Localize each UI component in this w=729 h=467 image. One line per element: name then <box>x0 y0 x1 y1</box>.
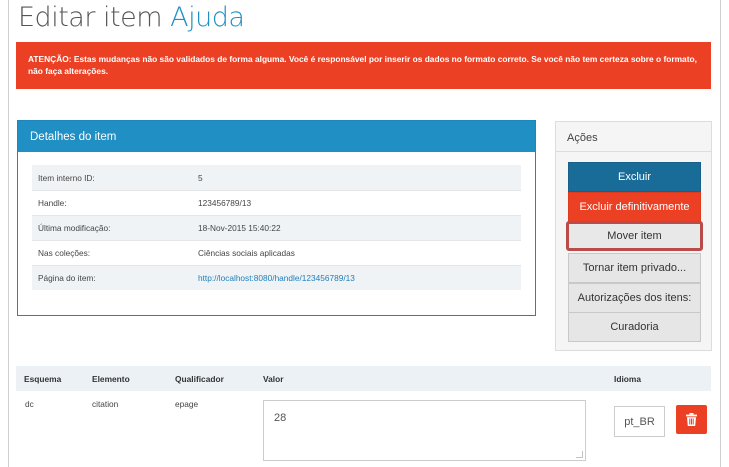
column-header-element: Elemento <box>92 373 130 384</box>
detail-value: 5 <box>198 172 203 183</box>
column-header-language: Idioma <box>614 373 641 384</box>
expunge-button[interactable]: Excluir definitivamente <box>568 192 701 222</box>
detail-row-item-page: Página do item: http://localhost:8080/ha… <box>32 265 521 290</box>
page-title: Editar item Ajuda <box>18 2 245 33</box>
item-details-panel: Detalhes do item Item interno ID: 5 Hand… <box>17 120 536 316</box>
item-details-table: Item interno ID: 5 Handle: 123456789/13 … <box>32 165 521 290</box>
metadata-table: Esquema Elemento Qualificador Valor Idio… <box>16 366 711 467</box>
detail-label: Página do item: <box>38 273 96 283</box>
detail-label: Item interno ID: <box>38 172 95 183</box>
authorizations-button[interactable]: Autorizações dos itens: <box>568 283 701 313</box>
cell-qualifier: epage <box>175 399 199 409</box>
detail-label: Última modificação: <box>38 223 111 233</box>
page-title-item-name: Ajuda <box>170 2 245 33</box>
trash-icon <box>686 413 697 426</box>
detail-label: Nas coleções: <box>38 248 91 258</box>
actions-heading: Ações <box>556 122 711 152</box>
column-header-value: Valor <box>263 373 284 384</box>
detail-value: 123456789/13 <box>198 198 252 208</box>
item-details-heading: Detalhes do item <box>18 121 535 152</box>
metadata-table-header: Esquema Elemento Qualificador Valor Idio… <box>16 366 711 391</box>
page-title-prefix: Editar item <box>18 2 163 33</box>
value-textarea[interactable]: 28 <box>263 400 586 461</box>
cell-schema: dc <box>25 399 34 409</box>
actions-panel: Ações Excluir Excluir definitivamente Mo… <box>555 121 712 351</box>
cell-element: citation <box>92 399 119 409</box>
detail-row-id: Item interno ID: 5 <box>32 165 521 190</box>
detail-value: 18-Nov-2015 15:40:22 <box>198 223 281 233</box>
detail-row-modified: Última modificação: 18-Nov-2015 15:40:22 <box>32 215 521 240</box>
value-text: 28 <box>274 412 287 424</box>
detail-row-collections: Nas coleções: Ciências sociais aplicadas <box>32 240 521 265</box>
detail-label: Handle: <box>38 198 67 208</box>
curation-button[interactable]: Curadoria <box>568 312 701 342</box>
warning-alert: ATENÇÃO: Estas mudanças não são validado… <box>16 42 711 89</box>
language-input[interactable]: pt_BR <box>614 406 665 437</box>
resize-grip-icon[interactable] <box>576 451 583 458</box>
make-private-button[interactable]: Tornar item privado... <box>568 253 701 283</box>
move-item-button[interactable]: Mover item <box>566 221 703 251</box>
detail-value: Ciências sociais aplicadas <box>198 248 295 258</box>
delete-row-button[interactable] <box>676 405 707 434</box>
table-row: dc citation epage 28 pt_BR <box>16 391 711 467</box>
column-header-schema: Esquema <box>24 373 62 384</box>
column-header-qualifier: Qualificador <box>175 373 224 384</box>
detail-row-handle: Handle: 123456789/13 <box>32 190 521 215</box>
item-page-link[interactable]: http://localhost:8080/handle/123456789/1… <box>198 273 521 283</box>
delete-button[interactable]: Excluir <box>568 162 701 192</box>
